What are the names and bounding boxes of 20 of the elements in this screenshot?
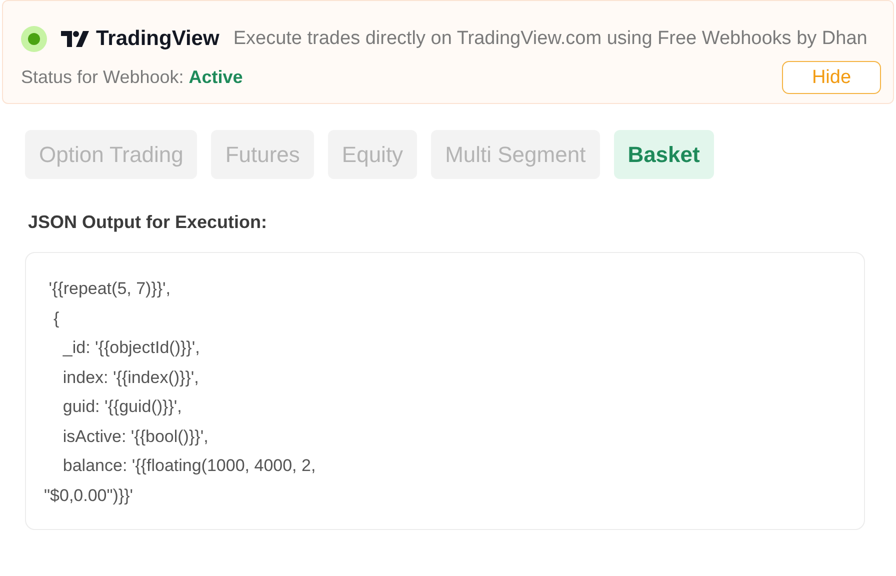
- code-line: balance: '{{floating(1000, 4000, 2,: [62, 455, 316, 477]
- logo-icon: [61, 31, 89, 47]
- banner-description: Execute trades directly on TradingView.com using Free Webhooks by Dhan: [233, 28, 868, 50]
- tab[interactable]: Option Trading: [25, 130, 198, 179]
- section-heading: JSON Output for Execution:: [28, 212, 268, 233]
- tab[interactable]: Equity: [328, 130, 418, 179]
- tab[interactable]: Basket: [614, 130, 714, 179]
- brand-name: TradingView: [96, 27, 220, 51]
- code-line: index: '{{index()}}',: [62, 366, 199, 388]
- code-line: '{{repeat(5, 7)}}',: [48, 278, 171, 300]
- tab[interactable]: Multi Segment: [431, 130, 600, 179]
- status-value: Active: [188, 67, 243, 88]
- status-label: Status for Webhook:: [21, 67, 184, 88]
- code-line: _id: '{{objectId()}}',: [62, 337, 200, 359]
- hide-button[interactable]: Hide: [782, 61, 881, 94]
- code-line: "$0,0.00")}}': [44, 484, 134, 506]
- code-line: isActive: '{{bool()}}',: [62, 426, 208, 448]
- code-line: guid: '{{guid()}}',: [62, 396, 182, 418]
- tab[interactable]: Futures: [211, 130, 314, 179]
- code-line: {: [52, 308, 60, 330]
